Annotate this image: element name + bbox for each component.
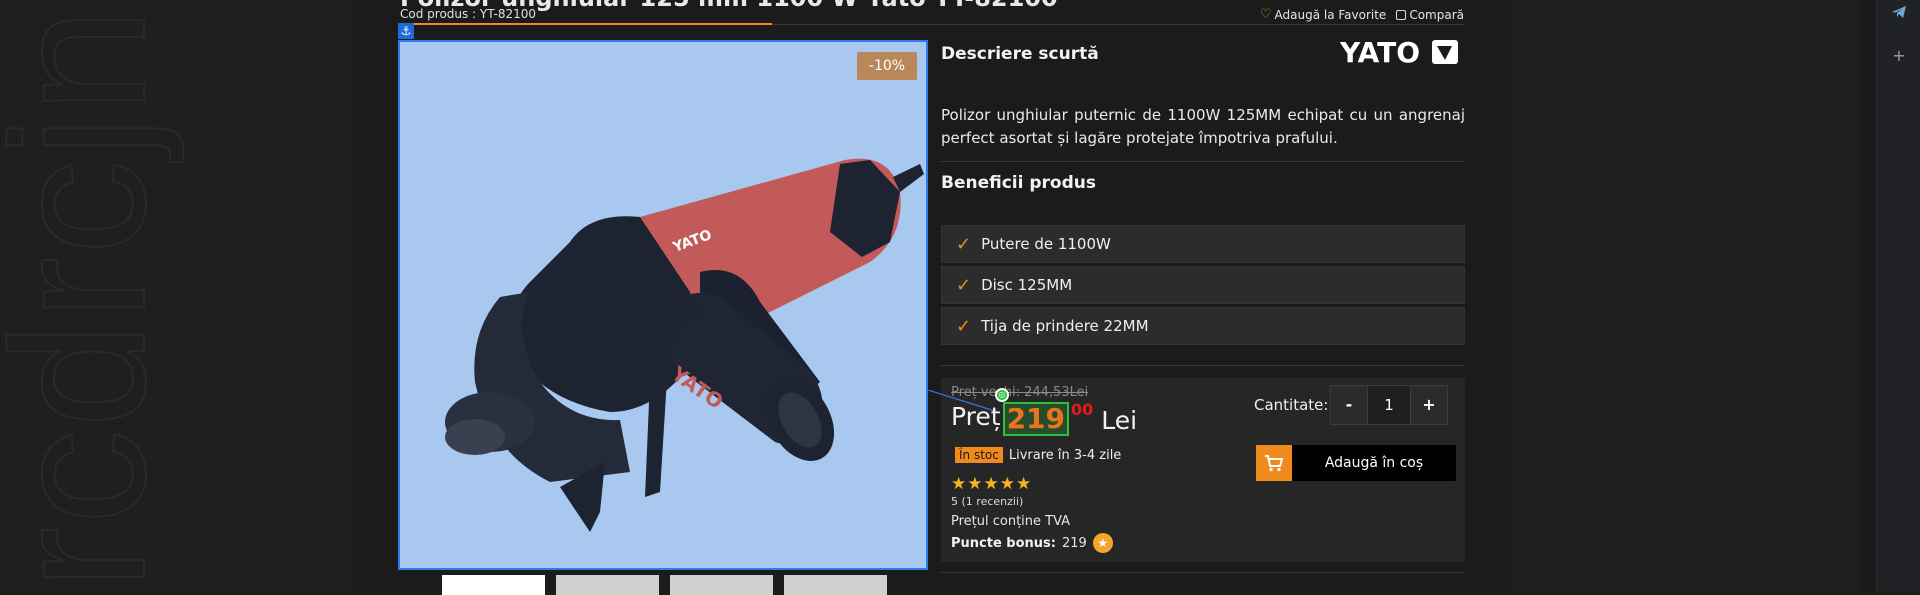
tva-note: Prețul conține TVA <box>951 514 1071 529</box>
current-price: Preț 219 00 Lei <box>951 400 1138 436</box>
benefit-item: ✓ Putere de 1100W <box>941 225 1465 263</box>
product-actions: ♡ Adaugă la Favorite Compară <box>1260 7 1464 22</box>
price-currency: Lei <box>1101 406 1138 435</box>
product-code: Cod produs : YT-82100 <box>400 7 536 21</box>
divider <box>941 572 1465 573</box>
benefit-label: Disc 125MM <box>981 276 1073 294</box>
anchor-icon[interactable]: ⚓ <box>398 23 414 39</box>
check-icon: ✓ <box>956 315 972 337</box>
add-to-cart-label: Adaugă în coș <box>1324 455 1424 471</box>
thumbnail[interactable] <box>556 575 659 595</box>
benefit-label: Putere de 1100W <box>981 235 1111 253</box>
quantity-label: Cantitate: <box>1254 396 1329 414</box>
discount-badge: -10% <box>857 52 917 80</box>
delivery-text: Livrare în 3-4 zile <box>1008 447 1122 463</box>
tab-underline <box>400 23 772 25</box>
telegram-icon[interactable] <box>1891 4 1907 20</box>
divider <box>941 161 1465 162</box>
divider <box>772 24 1464 25</box>
star-badge-icon: ★ <box>1092 533 1113 553</box>
benefit-label: Tija de prindere 22MM <box>981 317 1149 335</box>
angle-grinder-image: YATO YATO <box>445 158 924 532</box>
left-background: rcdrcjnrc <box>0 0 353 591</box>
price-integer[interactable]: 219 <box>1002 402 1070 436</box>
stock-badge: În stoc <box>955 447 1003 463</box>
thumbnail[interactable] <box>784 575 887 595</box>
short-description: Polizor unghiular puternic de 1100W 125M… <box>941 106 1465 147</box>
thumbnail-strip <box>442 575 887 595</box>
decrease-button[interactable]: - <box>1331 386 1367 424</box>
heart-icon: ♡ <box>1259 7 1272 22</box>
add-icon[interactable]: + <box>1891 48 1907 64</box>
increase-button[interactable]: + <box>1411 386 1447 424</box>
quantity-stepper: - 1 + <box>1330 385 1448 425</box>
target-icon: ◎ <box>995 388 1009 402</box>
price-decimals: 00 <box>1071 400 1094 419</box>
description-heading: Descriere scurtă <box>941 44 1099 64</box>
price-label: Preț <box>951 402 1001 431</box>
reviews-count[interactable]: 5 (1 recenzii) <box>951 495 1023 508</box>
bonus-value: 219 <box>1061 535 1087 551</box>
compare-link[interactable]: Compară <box>1396 8 1464 22</box>
yato-logo: YATO <box>1339 36 1460 70</box>
checkbox-icon <box>1396 9 1407 20</box>
check-icon: ✓ <box>956 274 972 296</box>
watermark-text: rcdrcjnrc <box>0 0 186 591</box>
browser-side-panel: + <box>1876 0 1920 591</box>
benefits-heading: Beneficii produs <box>941 173 1096 193</box>
cart-icon <box>1256 445 1292 481</box>
right-background <box>1513 0 1876 591</box>
bonus-points: Puncte bonus: 219 ★ <box>951 533 1113 553</box>
thumbnail[interactable] <box>670 575 773 595</box>
benefit-item: ✓ Disc 125MM <box>941 266 1465 304</box>
check-icon: ✓ <box>956 233 972 255</box>
stock-info: În stoc Livrare în 3-4 zile <box>955 447 1121 463</box>
rating-stars[interactable]: ★★★★★ <box>951 474 1032 494</box>
thumbnail[interactable] <box>442 575 545 595</box>
benefit-item: ✓ Tija de prindere 22MM <box>941 307 1465 345</box>
divider <box>941 365 1465 366</box>
favorite-link[interactable]: ♡ Adaugă la Favorite <box>1260 7 1386 22</box>
product-image[interactable]: YATO YATO <box>398 40 928 570</box>
compare-label: Compară <box>1409 7 1464 22</box>
favorite-label: Adaugă la Favorite <box>1274 7 1387 22</box>
scrollbar[interactable] <box>1860 0 1876 591</box>
bonus-label: Puncte bonus: <box>951 535 1056 551</box>
quantity-input[interactable]: 1 <box>1367 386 1411 424</box>
logo-text: YATO <box>1340 36 1420 69</box>
add-to-cart-button[interactable]: Adaugă în coș <box>1256 445 1456 481</box>
